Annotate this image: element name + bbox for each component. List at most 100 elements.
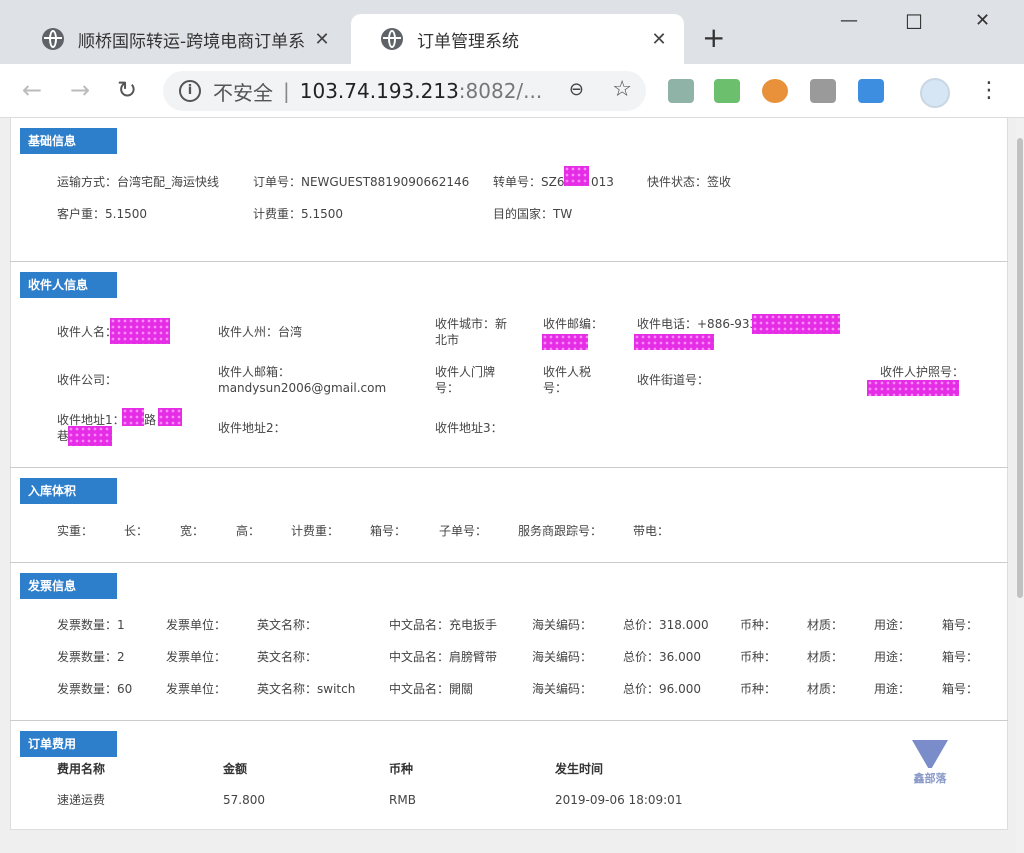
redaction	[158, 408, 182, 426]
recipient-city-field: 收件城市：新北市	[435, 317, 508, 347]
invoice-qty: 发票数量：1	[57, 618, 125, 632]
browser-toolbar: ← → ↻ i 不安全 | 103.74.193.213:8082/... ⊖ …	[0, 64, 1024, 118]
invoice-box: 箱号：	[942, 618, 979, 632]
fee-time: 2019-09-06 18:09:01	[555, 793, 683, 807]
address-bar[interactable]: i 不安全 | 103.74.193.213:8082/... ⊖ ☆	[163, 71, 646, 111]
invoice-usage: 用途：	[874, 682, 911, 696]
profile-avatar[interactable]	[920, 78, 950, 108]
back-arrow-icon[interactable]: ←	[22, 76, 42, 104]
invoice-currency: 币种：	[740, 682, 777, 696]
new-tab-button[interactable]: +	[702, 24, 725, 52]
fee-name: 速递运费	[57, 793, 106, 807]
sub-order-label: 子单号：	[439, 524, 488, 538]
box-no-label: 箱号：	[370, 524, 407, 538]
extension-notes-icon[interactable]	[668, 79, 694, 103]
fee-header-time: 发生时间	[555, 762, 604, 776]
section-basic-info: 基础信息 运输方式：台湾宅配_海运快线 订单号：NEWGUEST88190906…	[10, 118, 1008, 262]
section-header: 入库体积	[20, 478, 117, 504]
section-invoice: 发票信息 发票数量：1 发票单位： 英文名称： 中文品名：充电扳手 海关编码： …	[10, 563, 1008, 721]
section-header: 收件人信息	[20, 272, 117, 298]
section-header: 订单费用	[20, 731, 117, 757]
minimize-button[interactable]: —	[840, 10, 858, 31]
url-text[interactable]: 103.74.193.213:8082/...	[300, 79, 543, 103]
maximize-button[interactable]: ☐	[905, 10, 923, 34]
security-label: 不安全	[213, 80, 273, 105]
extension-mail-icon[interactable]	[714, 79, 740, 103]
invoice-en-name: 英文名称：	[257, 618, 318, 632]
dest-country-field: 目的国家：TW	[493, 207, 573, 221]
invoice-box: 箱号：	[942, 682, 979, 696]
redaction	[564, 166, 589, 186]
invoice-cn-name: 中文品名：充电扳手	[389, 618, 498, 632]
recipient-street-no-field: 收件街道号：	[637, 373, 710, 387]
close-tab-icon[interactable]: ✕	[648, 29, 670, 50]
scrollbar[interactable]	[1016, 118, 1024, 853]
invoice-usage: 用途：	[874, 618, 911, 632]
recipient-tax-no-field: 收件人税号：	[543, 365, 592, 395]
recipient-phone-field: 收件电话：+886-933	[637, 317, 758, 331]
zoom-icon[interactable]: ⊖	[569, 79, 584, 100]
transfer-no-field: 转单号：SZ66	[493, 175, 573, 189]
invoice-hs-code: 海关编码：	[532, 618, 593, 632]
close-window-button[interactable]: ✕	[975, 10, 990, 31]
invoice-cn-name: 中文品名：肩膀臂带	[389, 650, 498, 664]
bookmark-star-icon[interactable]: ☆	[612, 77, 632, 102]
invoice-hs-code: 海关编码：	[532, 650, 593, 664]
invoice-box: 箱号：	[942, 650, 979, 664]
section-volume: 入库体积 实重： 长： 宽： 高： 计费重： 箱号： 子单号： 服务商跟踪号： …	[10, 468, 1008, 563]
charge-weight-field: 计费重：5.1500	[253, 207, 343, 221]
invoice-currency: 币种：	[740, 650, 777, 664]
length-label: 长：	[124, 524, 149, 538]
invoice-total: 总价：96.000	[623, 682, 701, 696]
reload-icon[interactable]: ↻	[117, 76, 137, 104]
watermark-mark	[912, 740, 948, 768]
menu-dots-icon[interactable]: ⋮	[978, 78, 1000, 103]
width-label: 宽：	[180, 524, 205, 538]
extension-flower-icon[interactable]	[762, 79, 788, 103]
battery-label: 带电：	[633, 524, 670, 538]
invoice-total: 总价：36.000	[623, 650, 701, 664]
fee-amount: 57.800	[223, 793, 265, 807]
info-icon[interactable]: i	[179, 80, 201, 102]
section-fees: 订单费用 费用名称 金额 币种 发生时间 速递运费 57.800 RMB 201…	[10, 721, 1008, 830]
fee-header-name: 费用名称	[57, 762, 106, 776]
tab-order-management[interactable]: 订单管理系统 ✕	[351, 14, 684, 64]
invoice-total: 总价：318.000	[623, 618, 709, 632]
fee-header-amount: 金额	[223, 762, 248, 776]
tracking-no-label: 服务商跟踪号：	[518, 524, 603, 538]
divider: |	[283, 79, 290, 103]
recipient-addr2-field: 收件地址2：	[218, 421, 286, 435]
fee-currency: RMB	[389, 793, 416, 807]
redaction	[122, 408, 144, 426]
extension-share-icon[interactable]	[858, 79, 884, 103]
forward-arrow-icon[interactable]: →	[70, 76, 90, 104]
invoice-material: 材质：	[807, 650, 844, 664]
tab-title: 顺桥国际转运-跨境电商订单系	[78, 31, 306, 52]
watermark-text: 鑫部落	[913, 772, 947, 785]
redaction	[542, 334, 588, 350]
invoice-unit: 发票单位：	[166, 682, 227, 696]
actual-weight-label: 实重：	[57, 524, 94, 538]
invoice-unit: 发票单位：	[166, 618, 227, 632]
recipient-zip-field: 收件邮编：	[543, 317, 604, 331]
customer-weight-field: 客户重：5.1500	[57, 207, 147, 221]
recipient-addr3-field: 收件地址3：	[435, 421, 503, 435]
redaction	[110, 318, 170, 344]
watermark-logo: 鑫部落	[905, 740, 955, 786]
recipient-name-field: 收件人名：	[57, 325, 118, 339]
addr1-mid: 路	[144, 413, 157, 427]
invoice-en-name: 英文名称：switch	[257, 682, 356, 696]
charge-weight-label: 计费重：	[291, 524, 340, 538]
invoice-usage: 用途：	[874, 650, 911, 664]
transport-field: 运输方式：台湾宅配_海运快线	[57, 175, 220, 189]
close-tab-icon[interactable]: ✕	[311, 29, 333, 50]
invoice-unit: 发票单位：	[166, 650, 227, 664]
globe-icon	[42, 28, 64, 50]
section-recipient: 收件人信息 收件人名： 收件人州：台湾 收件城市：新北市 收件邮编： 收件电话：…	[10, 262, 1008, 468]
extension-case-icon[interactable]	[810, 79, 836, 103]
globe-icon	[381, 28, 403, 50]
scrollbar-thumb[interactable]	[1017, 138, 1023, 598]
tab-shunqiao[interactable]: 顺桥国际转运-跨境电商订单系 ✕	[12, 14, 347, 64]
recipient-door-no-field: 收件人门牌号：	[435, 365, 496, 395]
tab-strip: 顺桥国际转运-跨境电商订单系 ✕ 订单管理系统 ✕ + — ☐ ✕	[0, 0, 1024, 64]
